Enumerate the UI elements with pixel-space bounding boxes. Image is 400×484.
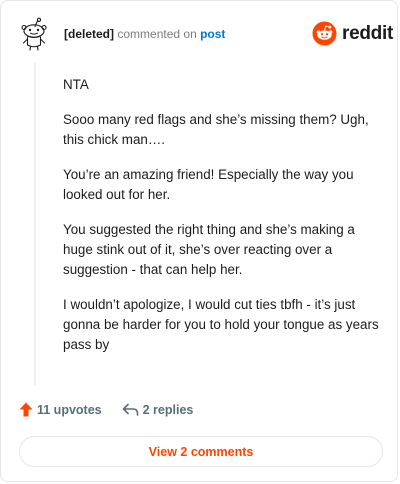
comment-header: [deleted] commented on post (64, 27, 225, 41)
reply-count: 2 replies (142, 402, 194, 417)
replies-button[interactable]: 2 replies (122, 402, 194, 417)
comment-footer: 11 upvotes 2 replies (19, 402, 193, 417)
comment-body: NTA Sooo many red flags and she’s missin… (63, 75, 381, 370)
comment-action-text: commented on (117, 27, 197, 41)
comment-paragraph: Sooo many red flags and she’s missing th… (63, 112, 369, 147)
comment-paragraph: You suggested the right thing and she’s … (63, 222, 355, 277)
thread-line[interactable] (34, 63, 36, 385)
reddit-snoo-icon (312, 21, 337, 46)
reddit-wordmark: reddit (342, 22, 393, 44)
upvote-arrow-icon (19, 402, 33, 417)
comment-paragraph: You’re an amazing friend! Especially the… (63, 167, 354, 202)
snoo-outline-icon (21, 17, 47, 51)
deleted-user-avatar[interactable] (19, 17, 49, 51)
view-comments-button[interactable]: View 2 comments (19, 436, 383, 467)
comment-paragraph: I wouldn’t apologize, I would cut ties t… (63, 297, 379, 352)
post-link[interactable]: post (200, 27, 225, 41)
upvote-button[interactable]: 11 upvotes (19, 402, 102, 417)
upvote-count: 11 upvotes (37, 402, 102, 417)
reply-arrow-icon (122, 403, 138, 416)
reddit-logo[interactable]: reddit (312, 21, 393, 46)
comment-paragraph: NTA (63, 77, 89, 92)
comment-card: [deleted] commented on post reddit NTA S… (0, 0, 398, 482)
comment-author[interactable]: [deleted] (64, 27, 114, 41)
